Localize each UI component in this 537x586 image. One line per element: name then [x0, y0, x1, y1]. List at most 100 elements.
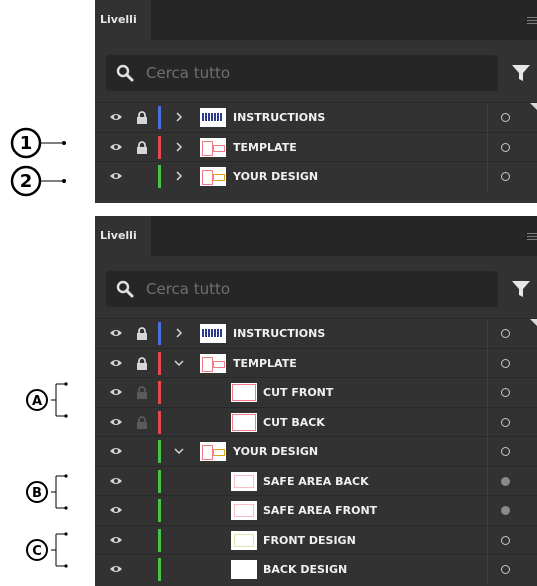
tab-livelli[interactable]: Livelli — [95, 216, 151, 256]
layer-color-bar — [158, 322, 161, 345]
eye-icon[interactable] — [109, 358, 123, 368]
layer-color-bar — [158, 499, 161, 522]
layer-thumbnail — [231, 471, 257, 491]
lock-icon[interactable] — [136, 386, 148, 399]
target-circle-icon[interactable] — [501, 506, 510, 515]
layer-row[interactable]: YOUR DESIGN — [95, 436, 537, 466]
filter-icon[interactable] — [511, 280, 531, 298]
layer-name: CUT BACK — [263, 415, 325, 429]
layer-color-bar — [158, 469, 161, 493]
eye-icon[interactable] — [109, 535, 123, 545]
layer-name: CUT FRONT — [263, 386, 334, 399]
search-box — [106, 271, 498, 307]
layer-row[interactable]: TEMPLATE — [95, 347, 537, 377]
layer-thumbnail — [200, 442, 226, 461]
layer-row[interactable]: INSTRUCTIONS — [95, 102, 537, 132]
target-circle-icon[interactable] — [501, 358, 510, 368]
eye-icon[interactable] — [109, 446, 123, 456]
layer-color-bar — [158, 106, 161, 129]
layer-row[interactable]: BACK DESIGN — [95, 554, 537, 584]
tab-livelli[interactable]: Livelli — [95, 0, 151, 40]
layer-color-bar — [158, 410, 161, 434]
layer-name: BACK DESIGN — [263, 563, 348, 576]
layer-row[interactable]: FRONT DESIGN — [95, 524, 537, 554]
chevron-right-icon[interactable] — [174, 112, 184, 122]
target-circle-icon[interactable] — [501, 113, 510, 122]
callout-c: C — [26, 532, 68, 568]
panel-menu-icon[interactable] — [527, 233, 537, 241]
layer-row[interactable]: SAFE AREA BACK — [95, 465, 537, 495]
lock-icon[interactable] — [136, 356, 148, 370]
layers-panel-1: Livelli INSTRUCTIONS TEMPLATE YOUR DESIGN — [95, 0, 537, 203]
target-circle-icon[interactable] — [501, 447, 510, 456]
target-circle-icon[interactable] — [501, 142, 510, 152]
column-divider — [487, 525, 488, 554]
layer-row[interactable]: SAFE AREA FRONT — [95, 495, 537, 525]
layer-color-bar — [158, 440, 161, 463]
panel-menu-icon[interactable] — [527, 17, 537, 25]
callout-label: 2 — [20, 171, 33, 192]
chevron-down-icon[interactable] — [174, 358, 184, 368]
eye-icon[interactable] — [109, 142, 123, 152]
column-divider — [487, 162, 488, 191]
search-input[interactable] — [146, 271, 486, 307]
column-divider — [487, 466, 488, 495]
layer-name: SAFE AREA BACK — [263, 474, 369, 488]
search-input[interactable] — [146, 55, 486, 91]
target-circle-icon[interactable] — [501, 535, 510, 545]
layer-thumbnail — [231, 560, 257, 579]
layer-name: INSTRUCTIONS — [233, 111, 326, 124]
target-circle-icon[interactable] — [501, 329, 510, 338]
column-divider — [487, 555, 488, 584]
target-circle-icon[interactable] — [501, 417, 510, 427]
eye-icon[interactable] — [109, 505, 123, 515]
layer-row[interactable]: INSTRUCTIONS — [95, 318, 537, 348]
layer-thumbnail — [231, 501, 257, 520]
target-circle-icon[interactable] — [501, 565, 510, 574]
layer-color-bar — [158, 165, 161, 188]
layer-thumbnail — [200, 167, 226, 186]
layers-list: INSTRUCTIONS TEMPLATE YOUR DESIGN — [95, 102, 537, 191]
eye-icon[interactable] — [109, 476, 123, 486]
lock-icon[interactable] — [136, 140, 148, 154]
callout-a: A — [26, 382, 68, 418]
layer-thumbnail — [231, 383, 257, 402]
filter-icon[interactable] — [511, 64, 531, 82]
eye-icon[interactable] — [109, 171, 123, 181]
lock-icon[interactable] — [136, 111, 148, 124]
layer-name: FRONT DESIGN — [263, 533, 356, 547]
target-circle-icon[interactable] — [501, 476, 510, 486]
eye-icon[interactable] — [109, 387, 123, 397]
target-circle-icon[interactable] — [501, 388, 510, 397]
layer-name: YOUR DESIGN — [233, 170, 319, 183]
callout-label: 1 — [20, 133, 33, 154]
layer-color-bar — [158, 558, 161, 581]
lock-icon[interactable] — [136, 327, 148, 340]
layer-thumbnail — [200, 108, 226, 127]
eye-icon[interactable] — [109, 328, 123, 338]
column-divider — [487, 319, 488, 348]
layer-row[interactable]: YOUR DESIGN — [95, 161, 537, 191]
layer-name: INSTRUCTIONS — [233, 327, 326, 340]
search-box — [106, 55, 498, 91]
layer-row[interactable]: TEMPLATE — [95, 131, 537, 161]
eye-icon[interactable] — [109, 112, 123, 122]
target-circle-icon[interactable] — [501, 172, 510, 181]
lock-icon[interactable] — [136, 415, 148, 429]
chevron-right-icon[interactable] — [174, 328, 184, 338]
layers-list: INSTRUCTIONS TEMPLATE CUT FRONT CUT BACK YOU… — [95, 318, 537, 584]
eye-icon[interactable] — [109, 417, 123, 427]
panel-tab-bar: Livelli — [95, 0, 537, 40]
eye-icon[interactable] — [109, 564, 123, 574]
chevron-down-icon[interactable] — [174, 446, 184, 456]
column-divider — [487, 348, 488, 377]
callout-label: A — [32, 394, 42, 409]
layers-panel-2: Livelli INSTRUCTIONS TEMPLATE CUT FRONT CUT… — [95, 216, 537, 586]
chevron-right-icon[interactable] — [174, 141, 184, 152]
callout-1: 1 — [10, 127, 66, 159]
layer-row[interactable]: CUT BACK — [95, 406, 537, 436]
chevron-right-icon[interactable] — [174, 171, 184, 181]
layer-row[interactable]: CUT FRONT — [95, 377, 537, 407]
layer-thumbnail — [200, 137, 226, 157]
layer-color-bar — [158, 135, 161, 159]
